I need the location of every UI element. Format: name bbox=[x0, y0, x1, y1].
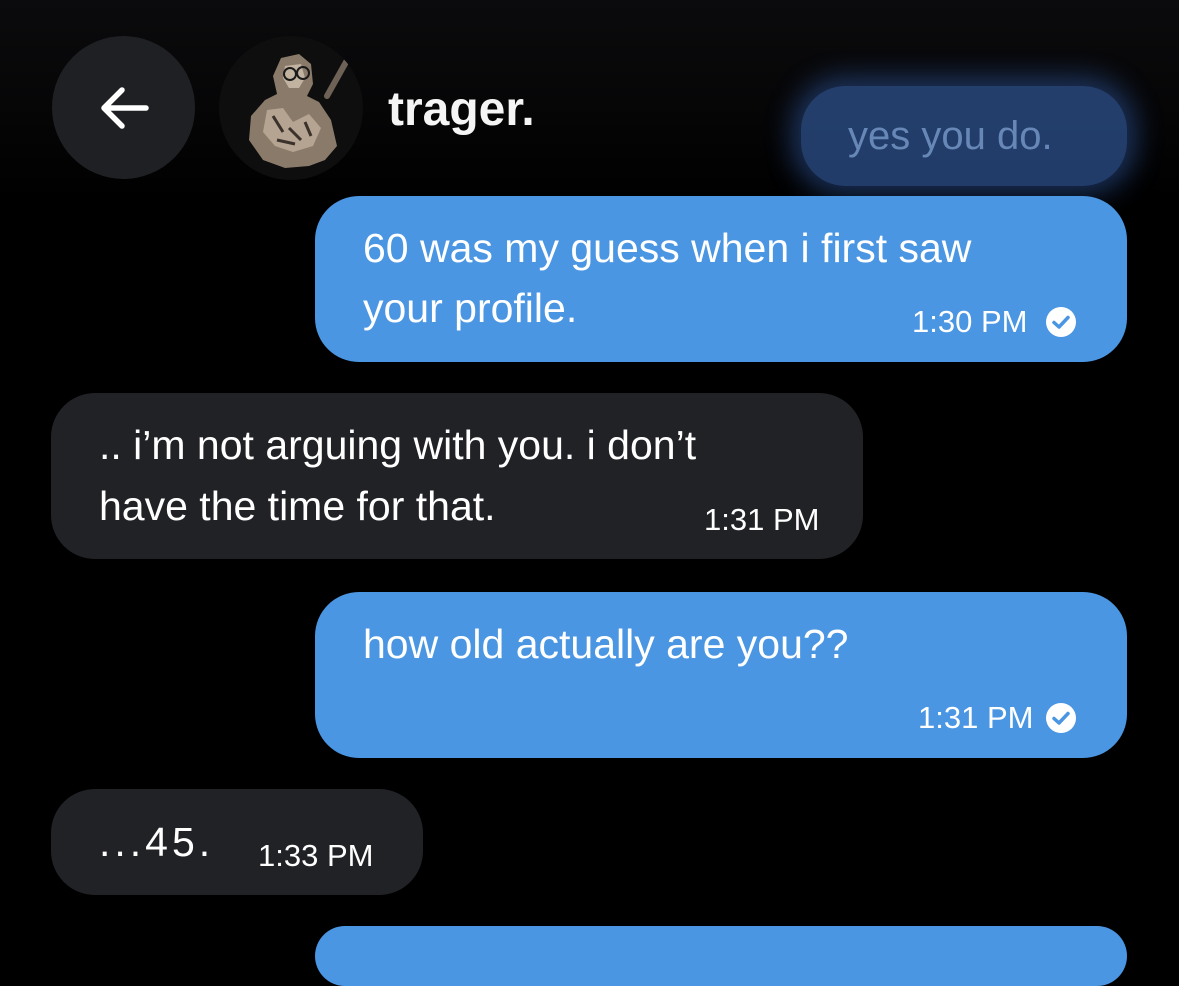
message-text-line: have the time for that. bbox=[99, 483, 496, 529]
arrow-left-icon bbox=[100, 86, 149, 129]
contact-avatar[interactable] bbox=[219, 36, 363, 180]
message-text-line: .. i’m not arguing with you. i don’t bbox=[99, 422, 697, 468]
message-text-line: how old actually are you?? bbox=[363, 621, 849, 667]
message-text-line: ...45. bbox=[99, 819, 215, 865]
message-timestamp: 1:33 PM bbox=[258, 838, 374, 873]
message-bubble-outgoing-partial[interactable] bbox=[315, 926, 1127, 986]
back-button[interactable] bbox=[52, 36, 195, 179]
message-timestamp: 1:31 PM bbox=[918, 700, 1034, 735]
message-text-line: your profile. bbox=[363, 285, 578, 331]
profile-avatar bbox=[219, 36, 363, 180]
overlay-message-text: yes you do. bbox=[848, 114, 1053, 158]
read-check-icon bbox=[1046, 703, 1076, 733]
message-text-line: 60 was my guess when i first saw bbox=[363, 225, 972, 271]
read-check-icon bbox=[1046, 307, 1076, 337]
contact-name[interactable]: trager. bbox=[388, 80, 535, 140]
message-timestamp: 1:30 PM bbox=[912, 304, 1028, 339]
message-timestamp: 1:31 PM bbox=[704, 502, 820, 537]
